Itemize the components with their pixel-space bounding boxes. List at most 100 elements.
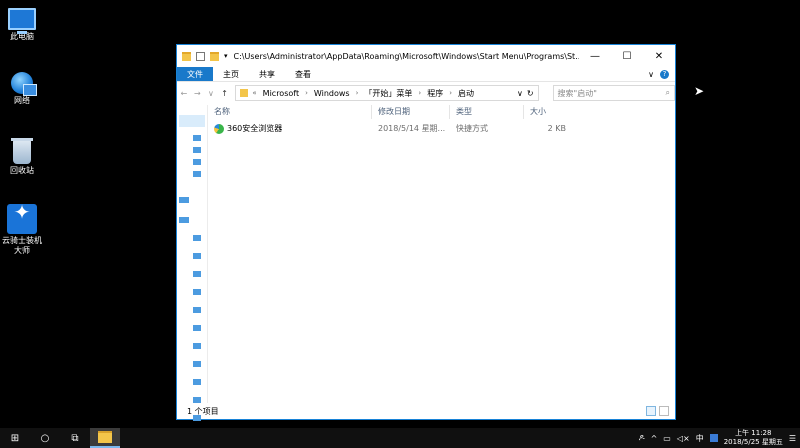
taskbar: ⊞ ○ ⧉ ዶ ^ ▭ ◁× 中 上午 11:28 2018/5/25 星期五 …: [0, 428, 800, 448]
tab-view[interactable]: 查看: [285, 67, 321, 81]
nav-item-network[interactable]: [179, 217, 189, 223]
mouse-cursor-icon: ➤: [694, 84, 705, 98]
refresh-icon[interactable]: ↻: [527, 89, 534, 98]
clock-time: 上午 11:28: [735, 429, 772, 437]
file-explorer-icon: [98, 431, 112, 443]
nav-item[interactable]: [193, 307, 201, 313]
item-count: 1 个项目: [187, 406, 219, 416]
explorer-window: ▾ C:\Users\Administrator\AppData\Roaming…: [176, 44, 676, 421]
start-button[interactable]: ⊞: [0, 428, 30, 448]
app-tray-icon[interactable]: [709, 434, 718, 442]
system-tray: ዶ ^ ▭ ◁× 中 上午 11:28 2018/5/25 星期五 ☰: [639, 429, 800, 447]
minimize-button[interactable]: —: [579, 51, 611, 62]
nav-item[interactable]: [193, 135, 201, 141]
overflow-chevron-icon[interactable]: «: [252, 89, 256, 97]
tab-home[interactable]: 主页: [213, 67, 249, 81]
column-header-size[interactable]: 大小: [524, 105, 578, 119]
large-icons-view-button[interactable]: [659, 406, 669, 416]
nav-item[interactable]: [193, 343, 201, 349]
back-arrow-icon[interactable]: ←: [177, 89, 191, 98]
breadcrumb-separator-icon[interactable]: ›: [305, 89, 308, 97]
clock-date: 2018/5/25 星期五: [723, 438, 783, 446]
nav-item[interactable]: [193, 171, 201, 177]
browser-360-icon: [214, 124, 224, 134]
search-input[interactable]: 搜索"启动": [554, 88, 662, 99]
desktop-icon-label-line1: 云骑士装机: [2, 236, 42, 245]
details-view-button[interactable]: [646, 406, 656, 416]
nav-item[interactable]: [193, 289, 201, 295]
help-icon[interactable]: ?: [660, 69, 669, 79]
column-header-type[interactable]: 类型: [450, 105, 524, 119]
network-icon: [11, 72, 37, 96]
desktop-icon-this-pc[interactable]: 此电脑: [0, 4, 44, 42]
breadcrumb-windows[interactable]: Windows: [314, 89, 350, 98]
ribbon-tabs: 文件 主页 共享 查看 ∨ ?: [177, 67, 675, 82]
address-bar[interactable]: « Microsoft › Windows › 「开始」菜单 › 程序 › 启动…: [235, 85, 539, 101]
breadcrumb-start-menu[interactable]: 「开始」菜单: [364, 88, 412, 99]
nav-item[interactable]: [193, 159, 201, 165]
breadcrumb-startup[interactable]: 启动: [458, 88, 474, 99]
file-row[interactable]: 360安全浏览器 2018/5/14 星期... 快捷方式 2 KB: [208, 121, 675, 137]
nav-item-this-pc[interactable]: [179, 197, 189, 203]
file-date: 2018/5/14 星期...: [378, 124, 446, 133]
breadcrumb-separator-icon[interactable]: ›: [418, 89, 421, 97]
navigation-pane[interactable]: [177, 105, 208, 421]
yunqishi-app-icon: [7, 204, 37, 234]
desktop-icon-label: 网络: [14, 96, 30, 105]
maximize-button[interactable]: ☐: [611, 51, 643, 62]
file-list[interactable]: 名称 修改日期 类型 大小 360安全浏览器 2018/5/14 星期... 快…: [208, 105, 675, 403]
taskbar-file-explorer[interactable]: [90, 428, 120, 448]
status-bar: 1 个项目: [177, 403, 675, 419]
desktop-icon-recycle-bin[interactable]: 回收站: [0, 138, 44, 176]
volume-icon[interactable]: ◁×: [677, 434, 690, 443]
nav-item[interactable]: [193, 235, 201, 241]
breadcrumb-programs[interactable]: 程序: [427, 88, 443, 99]
file-size: 2 KB: [547, 124, 566, 133]
forward-arrow-icon[interactable]: →: [191, 89, 205, 98]
up-arrow-icon[interactable]: ↑: [218, 89, 232, 98]
file-name-cell: 360安全浏览器: [208, 122, 372, 136]
recent-dropdown-icon[interactable]: ∨: [204, 89, 218, 98]
explorer-body: 名称 修改日期 类型 大小 360安全浏览器 2018/5/14 星期... 快…: [177, 105, 675, 421]
show-hidden-icons-icon[interactable]: ^: [651, 434, 658, 443]
breadcrumb-microsoft[interactable]: Microsoft: [263, 89, 299, 98]
column-header-date[interactable]: 修改日期: [372, 105, 450, 119]
column-header-name[interactable]: 名称: [208, 105, 372, 119]
breadcrumb-separator-icon[interactable]: ›: [356, 89, 359, 97]
folder-icon: [182, 51, 191, 61]
network-tray-icon[interactable]: ▭: [663, 434, 671, 443]
nav-item[interactable]: [193, 325, 201, 331]
desktop-icon-yunqishi[interactable]: 云骑士装机 大师: [0, 204, 44, 256]
search-box[interactable]: 搜索"启动" ⌕: [552, 85, 675, 101]
tab-share[interactable]: 共享: [249, 67, 285, 81]
close-button[interactable]: ✕: [643, 51, 675, 62]
navigation-bar: ← → ∨ ↑ « Microsoft › Windows › 「开始」菜单 ›…: [177, 82, 675, 104]
file-type: 快捷方式: [456, 124, 488, 133]
title-bar: ▾ C:\Users\Administrator\AppData\Roaming…: [177, 45, 675, 67]
desktop-icon-network[interactable]: 网络: [0, 72, 44, 106]
notifications-icon[interactable]: ☰: [789, 434, 796, 443]
properties-check-icon[interactable]: [196, 51, 205, 61]
task-view-button[interactable]: ⧉: [60, 428, 90, 448]
tab-file[interactable]: 文件: [177, 67, 213, 81]
computer-icon: [8, 8, 36, 34]
nav-item[interactable]: [193, 147, 201, 153]
ime-indicator[interactable]: 中: [696, 433, 704, 444]
address-dropdown-icon[interactable]: ∨: [517, 89, 523, 98]
desktop-icon-label-line2: 大师: [14, 246, 30, 255]
file-name: 360安全浏览器: [227, 124, 283, 133]
new-folder-icon[interactable]: [210, 51, 219, 61]
expand-ribbon-icon[interactable]: ∨: [648, 70, 654, 79]
nav-item-selected[interactable]: [179, 115, 205, 127]
nav-item[interactable]: [193, 361, 201, 367]
nav-item[interactable]: [193, 253, 201, 259]
folder-icon: [240, 89, 249, 97]
nav-item[interactable]: [193, 271, 201, 277]
nav-item[interactable]: [193, 379, 201, 385]
search-button[interactable]: ○: [30, 428, 60, 448]
people-icon[interactable]: ዶ: [639, 433, 645, 443]
clock[interactable]: 上午 11:28 2018/5/25 星期五: [724, 429, 783, 447]
search-icon[interactable]: ⌕: [661, 88, 673, 98]
quick-access-dropdown-icon[interactable]: ▾: [224, 52, 228, 61]
breadcrumb-separator-icon[interactable]: ›: [449, 89, 452, 97]
